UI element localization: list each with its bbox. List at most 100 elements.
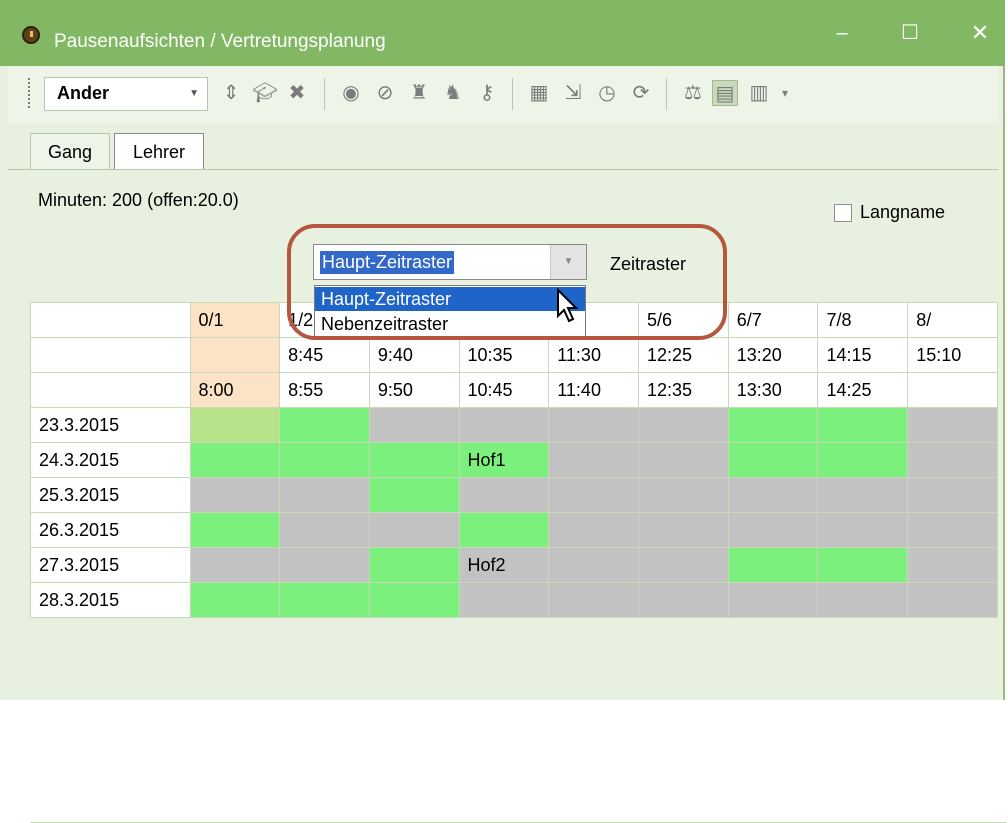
refresh-icon[interactable]: ⟳ — [628, 80, 654, 106]
schedule-cell[interactable] — [907, 512, 998, 548]
toolbar-grip[interactable] — [28, 78, 34, 108]
graduate-icon[interactable]: 🎓︎ — [252, 80, 278, 106]
start-time-cell[interactable]: 14:15 — [817, 337, 909, 373]
schedule-cell[interactable] — [189, 442, 281, 478]
schedule-cell[interactable] — [279, 477, 370, 513]
tree-icon[interactable]: ⇲ — [560, 80, 586, 106]
overflow-icon[interactable]: ▾ — [772, 80, 798, 106]
date-cell[interactable]: 25.3.2015 — [30, 477, 191, 513]
schedule-cell[interactable] — [727, 547, 819, 583]
scales-icon[interactable]: ⚖ — [680, 80, 706, 106]
start-time-cell[interactable]: 11:30 — [548, 337, 639, 373]
schedule-icon[interactable]: ▤ — [712, 80, 738, 106]
schedule-cell[interactable] — [189, 582, 281, 618]
schedule-cell[interactable] — [279, 512, 370, 548]
schedule-cell[interactable] — [817, 442, 909, 478]
schedule-cell[interactable] — [548, 512, 639, 548]
langname-checkbox[interactable] — [834, 204, 852, 222]
date-cell[interactable]: 23.3.2015 — [30, 407, 191, 443]
end-time-cell[interactable]: 14:25 — [817, 372, 909, 408]
schedule-cell[interactable] — [727, 582, 819, 618]
schedule-cell[interactable] — [368, 442, 460, 478]
end-time-cell[interactable]: 12:35 — [637, 372, 729, 408]
schedule-cell[interactable] — [727, 407, 819, 443]
end-time-cell[interactable] — [907, 372, 998, 408]
end-time-cell[interactable]: 10:45 — [458, 372, 550, 408]
minimize-button[interactable]: – — [822, 18, 862, 48]
schedule-cell[interactable] — [368, 547, 460, 583]
period-header[interactable]: 0/1 — [189, 302, 281, 338]
end-time-cell[interactable]: 11:40 — [548, 372, 639, 408]
schedule-cell[interactable] — [817, 547, 909, 583]
period-header[interactable]: 6/7 — [727, 302, 819, 338]
delete-icon[interactable]: ✖ — [284, 80, 310, 106]
start-time-cell[interactable]: 15:10 — [907, 337, 998, 373]
schedule-cell[interactable] — [368, 582, 460, 618]
schedule-cell[interactable] — [458, 582, 550, 618]
tab-lehrer[interactable]: Lehrer — [114, 133, 204, 169]
sort-icon[interactable]: ⇕ — [218, 80, 244, 106]
schedule-cell[interactable] — [189, 477, 281, 513]
schedule-cell[interactable] — [727, 442, 819, 478]
schedule-cell[interactable] — [548, 547, 639, 583]
schedule-cell[interactable] — [548, 582, 639, 618]
tab-gang[interactable]: Gang — [30, 133, 110, 169]
start-time-cell[interactable]: 10:35 — [458, 337, 550, 373]
schedule-cell[interactable] — [279, 582, 370, 618]
schedule-cell[interactable] — [907, 407, 998, 443]
schedule-cell[interactable] — [637, 442, 729, 478]
schedule-cell[interactable] — [189, 407, 281, 443]
schedule-cell[interactable] — [817, 582, 909, 618]
person-swap-icon[interactable]: ♞ — [440, 80, 466, 106]
schedule-cell[interactable] — [637, 582, 729, 618]
start-time-cell[interactable]: 12:25 — [637, 337, 729, 373]
date-cell[interactable]: 27.3.2015 — [30, 547, 191, 583]
schedule-cell[interactable] — [458, 512, 550, 548]
eye-off-icon[interactable]: ⊘ — [372, 80, 398, 106]
schedule-cell[interactable] — [907, 442, 998, 478]
schedule-cell[interactable]: Hof2 — [458, 547, 550, 583]
schedule-cell[interactable] — [727, 477, 819, 513]
corner-cell[interactable] — [30, 302, 191, 338]
start-time-cell[interactable]: 8:45 — [279, 337, 370, 373]
clock-icon[interactable]: ◷ — [594, 80, 620, 106]
schedule-cell[interactable] — [368, 512, 460, 548]
end-time-cell[interactable]: 9:50 — [368, 372, 460, 408]
schedule-cell[interactable] — [637, 512, 729, 548]
schedule-cell[interactable] — [637, 477, 729, 513]
schedule-cell[interactable] — [458, 407, 550, 443]
filter-combo[interactable]: Ander ▼ — [44, 77, 208, 111]
maximize-button[interactable]: ☐ — [890, 18, 930, 48]
schedule-cell[interactable] — [189, 512, 281, 548]
schedule-cell[interactable] — [907, 477, 998, 513]
schedule-cell[interactable]: Hof1 — [458, 442, 550, 478]
person-key-icon[interactable]: ⚷ — [474, 80, 500, 106]
close-button[interactable]: ✕ — [960, 18, 1000, 48]
date-cell[interactable]: 26.3.2015 — [30, 512, 191, 548]
period-header[interactable]: 7/8 — [817, 302, 909, 338]
corner-cell[interactable] — [30, 337, 191, 373]
schedule-cell[interactable] — [817, 407, 909, 443]
schedule-cell[interactable] — [368, 407, 460, 443]
schedule-cell[interactable] — [817, 477, 909, 513]
end-time-cell[interactable]: 13:30 — [727, 372, 819, 408]
start-time-cell[interactable] — [189, 337, 281, 373]
schedule-alt-icon[interactable]: ▥ — [746, 80, 772, 106]
date-cell[interactable]: 24.3.2015 — [30, 442, 191, 478]
corner-cell[interactable] — [30, 372, 191, 408]
schedule-cell[interactable] — [817, 512, 909, 548]
eye-icon[interactable]: ◉ — [338, 80, 364, 106]
start-time-cell[interactable]: 13:20 — [727, 337, 819, 373]
chevron-down-icon[interactable]: ▼ — [189, 88, 199, 99]
schedule-cell[interactable] — [907, 547, 998, 583]
schedule-cell[interactable] — [189, 547, 281, 583]
schedule-cell[interactable] — [907, 582, 998, 618]
schedule-cell[interactable] — [279, 442, 370, 478]
schedule-cell[interactable] — [279, 547, 370, 583]
start-time-cell[interactable]: 9:40 — [368, 337, 460, 373]
person-group-icon[interactable]: ♜ — [406, 80, 432, 106]
end-time-cell[interactable]: 8:00 — [189, 372, 281, 408]
schedule-cell[interactable] — [368, 477, 460, 513]
schedule-cell[interactable] — [637, 547, 729, 583]
end-time-cell[interactable]: 8:55 — [279, 372, 370, 408]
